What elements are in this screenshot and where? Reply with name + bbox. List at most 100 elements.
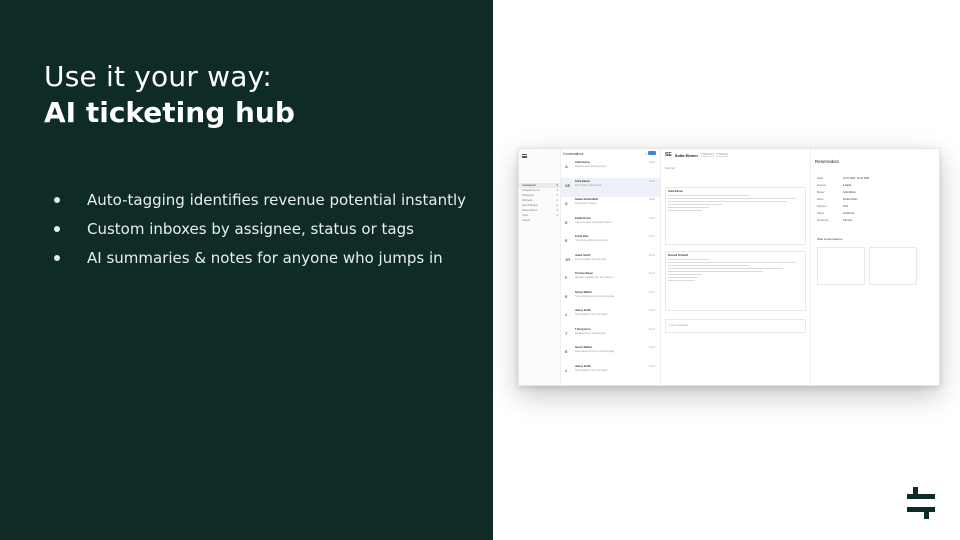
conversation-time: Today [648,198,655,201]
field-value: Confirmed [843,212,855,215]
nav-item[interactable]: Closed [519,218,561,223]
conversation-time: Sep 6 [648,253,655,257]
conversation-list: Conversations ≡ A Anita Kemp Wellness and … [561,149,661,385]
conversation-row[interactable]: T T Bergstrom Breakfast times and allergie… [561,326,660,345]
conversation-snippet: Your private parking at the hotel [575,239,609,242]
headline-line2: AI ticketing hub [44,96,295,129]
avatar: J [565,312,568,317]
message-sender: Russell Schauth [668,254,689,257]
avatar: E [565,238,568,243]
reservation-field: Persons 2 adults [817,184,917,189]
field-value: Double Room [843,198,858,201]
conversation-name: Frank Vasz [575,235,589,238]
conversation-name: Thomas Bauer [575,272,594,275]
conversation-name: Jamie Smith [575,253,591,257]
bullet-item: Custom inboxes by assignee, status or ta… [54,214,466,243]
field-label: Payment [817,205,827,208]
past-conversation-card[interactable] [817,247,865,285]
field-label: Booker [817,191,825,194]
reservation-field: Room Double Room [817,198,917,203]
conversation-name: Sofia Ebmer [575,179,591,183]
field-value: Top floor [843,219,853,222]
conversation-snippet: Some question about the spa [575,257,607,261]
conversation-name: Simon Willem [575,346,592,349]
avatar: S [565,201,568,206]
conversation-snippet: Some detail on the reservation [575,313,608,316]
conversation-name: Anita Kemp [575,161,590,164]
message-card: Russell Schauth [665,251,806,311]
avatar: E [565,293,568,299]
sidebar-nav: Unassigned 2 Assigned to me 3 Followups 4 W… [519,149,561,385]
message-input[interactable]: Type a message [665,319,806,333]
field-value: 01.10.2025 - 04.10.2025 [843,177,870,180]
avatar: T [565,330,568,336]
conversation-row[interactable]: JR Jamie Smith Some question about the spa… [561,252,660,271]
reservation-field: Preference Top floor [817,219,917,224]
conversation-snippet: Some detail about my upcoming stay [575,294,615,298]
conversation-row[interactable]: A Anita Kemp Wellness and booking enquiry T… [561,159,660,178]
field-label: Preference [817,219,829,222]
conversation-time: Sep 6 [648,346,655,349]
tag-badge[interactable]: Revenue [716,153,729,157]
conversation-snippet: Breakfast times and allergies [575,331,606,335]
bullet-dot-icon [54,225,60,232]
bullet-dot-icon [54,196,60,203]
contact-name: Sofia Ebmer [674,152,699,158]
field-label: Room [817,198,824,201]
field-label: Persons [817,184,826,187]
contact-initials: SE [665,152,672,158]
field-value: Sofia Ebmer [843,191,857,194]
field-value: Paid [843,205,848,208]
conversation-snippet: Question regarding the late check-in [575,276,614,279]
chat-panel: SE Sofia Ebmer High value Revenue Summar… [661,149,811,385]
app-screenshot: Unassigned 2 Assigned to me 3 Followups 4 W… [518,148,940,386]
conversation-name: James Smith [575,364,592,368]
tag-badge[interactable]: High value [701,153,715,157]
conversation-row[interactable]: E Emilia Knust I have a couple of question… [561,215,660,234]
conversation-name: Emilia Knust [575,216,591,220]
conversation-snippet: I have a couple of questions about ... [575,220,615,224]
conversation-list-header: Conversations ≡ [561,149,660,158]
ai-summary: Summary [665,164,806,172]
conversation-row[interactable]: F Thomas Bauer Question regarding the late… [561,270,660,289]
conversation-time: Sep 6 [648,364,655,368]
avatar: E [565,349,568,354]
conversation-row[interactable]: J James Smith Some detail on the reservati… [561,363,660,382]
conversation-time: Sep 6 [648,309,655,312]
message-sender: Sofia Ebmer [668,190,684,193]
conversation-row[interactable]: E Frank Vasz Your private parking at the h… [561,233,660,252]
avatar: F [565,275,568,280]
headline-line1: Use it your way: [44,60,272,93]
reservation-field: Booker Sofia Ebmer [817,191,917,196]
conversation-name: James Smith [575,309,592,312]
past-conversation-card[interactable] [869,247,917,285]
conversation-name: Stefan Rothenfield [575,198,598,201]
conversation-row[interactable]: J James Smith Some detail on the reservati… [561,307,660,326]
bullet-dot-icon [54,254,60,261]
field-value: 2 adults [843,184,852,187]
field-label: Status [817,212,824,215]
conversation-row[interactable]: S Stefan Rothenfield Cancellation request T… [561,196,660,215]
conversation-row[interactable]: SE Sofia Ebmer Room Types / Rates and ... T… [561,177,660,197]
conversation-snippet: Room Types / Rates and ... [575,183,604,187]
conversation-time: Sep 6 [648,272,655,275]
left-panel: Use it your way: AI ticketing hub Auto-t… [0,0,493,540]
summary-label: Summary [665,166,676,170]
conversation-row[interactable]: E Simon Willem Some detail about my upcomi… [561,289,660,308]
avatar: A [565,164,568,169]
conversation-name: T Bergstrom [575,327,591,331]
filter-icon[interactable]: ≡ [645,152,647,156]
conversation-snippet: Cancellation request [575,202,597,205]
reservation-field: Dates 01.10.2025 - 04.10.2025 [817,177,917,182]
conversation-row[interactable]: E Simon Willem Some detail about my upcomi… [561,344,660,363]
reservation-panel: Reservation Dates 01.10.2025 - 04.10.2025… [811,149,939,385]
avatar: JR [565,256,571,262]
conversation-name: Simon Willem [575,290,592,294]
new-conversation-button[interactable] [648,151,656,155]
reservation-field: Payment Paid [817,205,917,210]
message-card: Sofia Ebmer [665,187,806,245]
conversation-snippet: Some detail about my upcoming stay [575,350,615,353]
conversation-snippet: Some detail on the reservation [575,368,608,372]
menu-icon[interactable] [522,154,527,158]
conversation-snippet: Wellness and booking enquiry [575,165,607,168]
